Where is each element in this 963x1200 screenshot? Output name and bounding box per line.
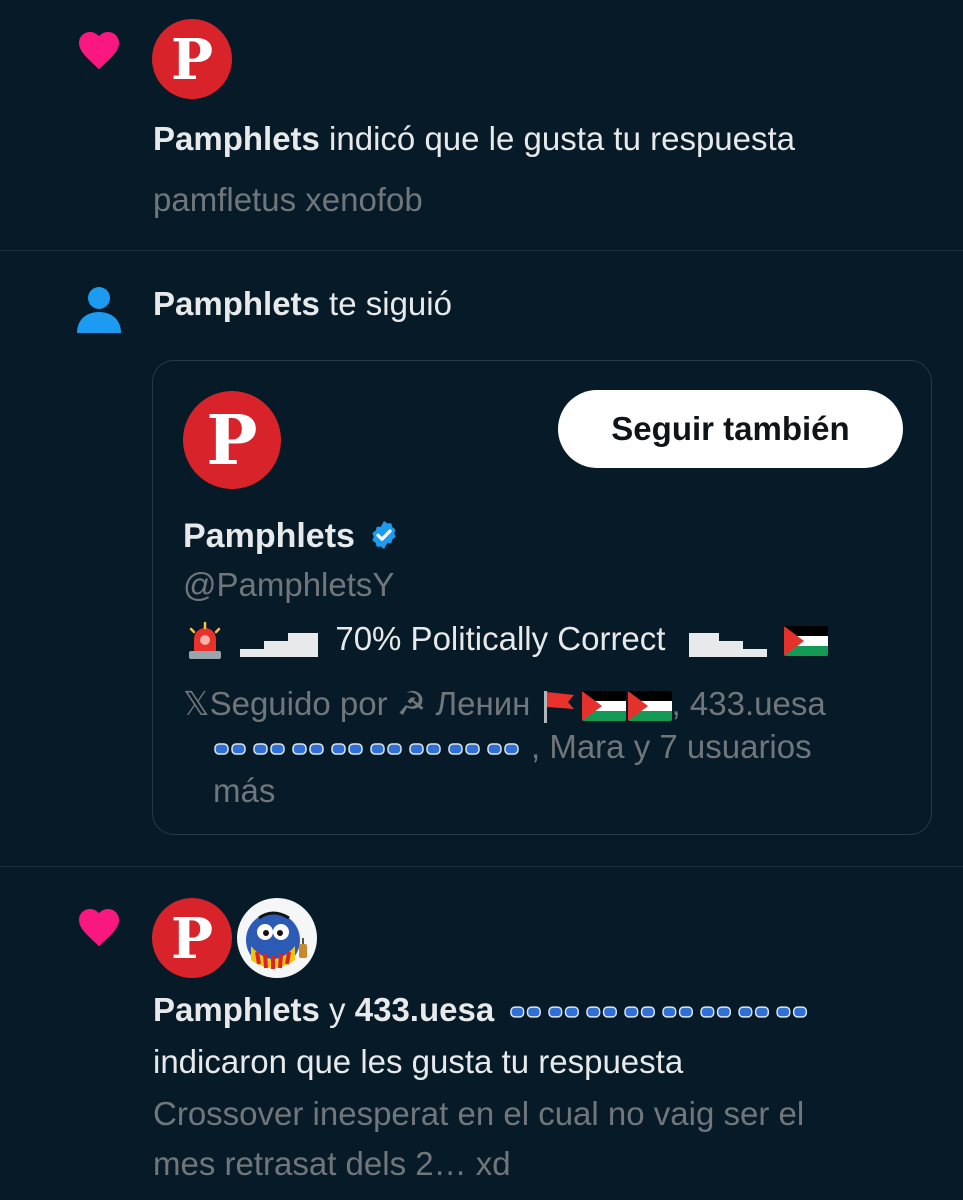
followed-by-line-3: más: [213, 772, 276, 809]
notification-text: Pamphlets y 433.uesa: [153, 991, 819, 1031]
palestine-flag-icon: [783, 626, 828, 657]
card-name[interactable]: Pamphlets: [183, 517, 355, 555]
card-bio: 70% Politically Correct: [185, 620, 828, 661]
x-icon: 𝕏: [183, 684, 210, 723]
palestine-flag-icon: [581, 691, 626, 722]
sahrawi-flag-icon: [627, 691, 672, 722]
person-icon: [77, 287, 121, 333]
card-avatar[interactable]: P: [183, 391, 281, 489]
actor-name[interactable]: Pamphlets: [153, 285, 320, 322]
actor-name[interactable]: Pamphlets: [153, 120, 320, 157]
actor2-name[interactable]: 433.uesa: [355, 991, 494, 1028]
notification-text: Pamphlets indicó que le gusta tu respues…: [153, 120, 796, 157]
card-handle[interactable]: @PamphletsY: [183, 566, 394, 604]
heart-icon: [79, 909, 119, 947]
notification-like-2[interactable]: P Pamphlets y 433.uesa indicaron que les…: [0, 867, 963, 1200]
actor-name[interactable]: Pamphlets: [153, 991, 320, 1028]
followed-by-line-2[interactable]: , Mara y 7 usuarios: [213, 728, 812, 768]
red-flag-icon: [543, 691, 574, 724]
user-card[interactable]: P Seguir también Pamphlets @PamphletsY 7…: [152, 360, 932, 835]
glasses-emoji-row: [213, 730, 531, 768]
card-name-row: Pamphlets: [183, 517, 400, 556]
follow-back-button[interactable]: Seguir también: [558, 390, 903, 468]
notification-action: indicaron que les gusta tu respuesta: [153, 1043, 684, 1080]
bar-steps-icon: [240, 633, 319, 658]
cartoon-mascot-icon: [246, 911, 307, 969]
uesa-avatar[interactable]: [237, 898, 317, 978]
reply-snippet-line-2[interactable]: mes retrasat dels 2… xd: [153, 1145, 511, 1183]
pamphlets-avatar[interactable]: P: [152, 898, 232, 978]
notification-text: Pamphlets te siguió: [153, 285, 452, 322]
heart-icon: [79, 32, 119, 70]
siren-icon: [189, 622, 221, 660]
pamphlets-avatar[interactable]: P: [152, 19, 232, 99]
verified-badge-icon: [372, 521, 397, 550]
reply-snippet[interactable]: pamfletus xenofob: [153, 181, 423, 219]
glasses-emoji-row: [509, 993, 819, 1031]
followed-by[interactable]: 𝕏Seguido por ☭ Ленин , 433.uesa: [183, 684, 826, 724]
notification-like-1[interactable]: P Pamphlets indicó que le gusta tu respu…: [0, 0, 963, 250]
bar-steps-icon: [688, 633, 767, 658]
reply-snippet-line-1[interactable]: Crossover inesperat en el cual no vaig s…: [153, 1095, 804, 1133]
